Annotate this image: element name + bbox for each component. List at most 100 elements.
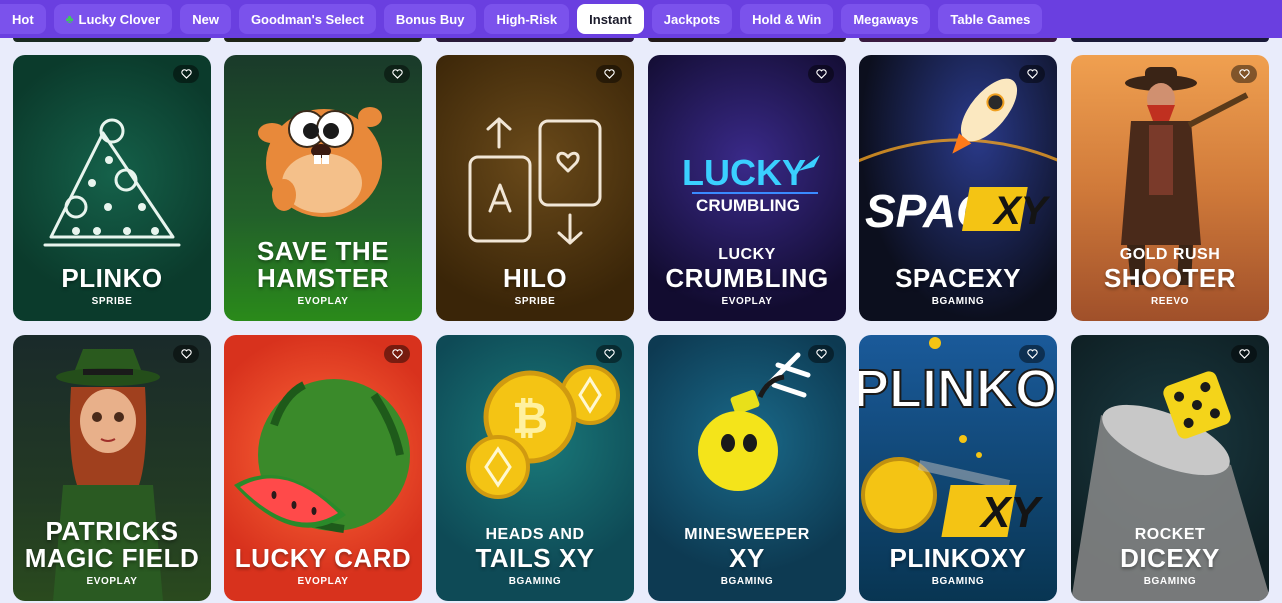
favorite-heart-icon[interactable] xyxy=(1231,65,1257,83)
game-card-patricks-magic-field[interactable]: PATRICKS MAGIC FIELD EVOPLAY xyxy=(13,335,211,601)
game-provider: SPRIBE xyxy=(514,296,556,307)
game-provider: SPRIBE xyxy=(91,296,133,307)
game-title: CRUMBLING xyxy=(665,263,829,293)
game-provider: BGAMING xyxy=(931,296,985,307)
category-jackpots[interactable]: Jackpots xyxy=(651,4,733,34)
category-instant[interactable]: Instant xyxy=(577,4,644,34)
game-provider: EVOPLAY xyxy=(721,296,773,307)
game-titles: SAVE THE HAMSTER EVOPLAY xyxy=(224,236,422,308)
game-card-minesweeper-xy[interactable]: MINESWEEPER XY BGAMING xyxy=(648,335,846,601)
game-provider: EVOPLAY xyxy=(297,576,349,587)
category-label: Goodman's Select xyxy=(250,11,364,27)
card-edge xyxy=(1071,38,1269,42)
game-titles: PLINKO SPRIBE xyxy=(13,263,211,308)
game-title: DICEXY xyxy=(1120,543,1220,573)
svg-text:₿: ₿ xyxy=(512,394,548,443)
game-card-plinko[interactable]: PLINKO SPRIBE xyxy=(13,55,211,321)
category-high-risk[interactable]: High-Risk xyxy=(484,4,570,34)
category-label: High-Risk xyxy=(496,11,558,27)
game-title: PLINKO xyxy=(61,263,163,293)
favorite-heart-icon[interactable] xyxy=(173,65,199,83)
game-title: XY xyxy=(729,543,765,573)
category-label: Bonus Buy xyxy=(395,11,465,27)
favorite-heart-icon[interactable] xyxy=(596,345,622,363)
category-bonus-buy[interactable]: Bonus Buy xyxy=(383,4,477,34)
category-label: Lucky Clover xyxy=(78,11,161,27)
game-titles: SPACEXY BGAMING xyxy=(859,263,1057,308)
logo-xy: XY xyxy=(978,488,1043,537)
category-megaways[interactable]: Megaways xyxy=(841,4,931,34)
favorite-heart-icon[interactable] xyxy=(384,345,410,363)
game-title: PLINKOXY xyxy=(889,543,1027,573)
game-title-line1: SAVE THE xyxy=(256,236,390,266)
game-title-small: GOLD RUSH xyxy=(1119,246,1221,263)
game-card-heads-and-tails-xy[interactable]: ₿ HEADS AND TAILS XY BGAMING xyxy=(436,335,634,601)
previous-row-edge xyxy=(0,38,1282,43)
game-titles: HEADS AND TAILS XY BGAMING xyxy=(436,525,634,587)
game-titles: HILO SPRIBE xyxy=(436,263,634,308)
game-card-hilo[interactable]: HILO SPRIBE xyxy=(436,55,634,321)
game-title-small: LUCKY xyxy=(718,246,776,263)
category-label: Jackpots xyxy=(663,11,721,27)
favorite-heart-icon[interactable] xyxy=(808,65,834,83)
game-title-line2: HAMSTER xyxy=(256,263,390,293)
category-bar: Hot ♣ Lucky Clover New Goodman's Select B… xyxy=(0,0,1282,38)
game-title: SHOOTER xyxy=(1103,263,1237,293)
favorite-heart-icon[interactable] xyxy=(173,345,199,363)
category-new[interactable]: New xyxy=(180,4,231,34)
logo-top: LUCKY xyxy=(682,152,806,193)
game-title-line1: PATRICKS xyxy=(45,516,179,546)
game-card-save-the-hamster[interactable]: SAVE THE HAMSTER EVOPLAY xyxy=(224,55,422,321)
card-edge xyxy=(648,38,846,42)
category-label: Instant xyxy=(589,11,632,27)
game-card-rocket-dicexy[interactable]: ROCKET DICEXY BGAMING xyxy=(1071,335,1269,601)
game-titles: PLINKOXY BGAMING xyxy=(859,543,1057,588)
game-titles: PATRICKS MAGIC FIELD EVOPLAY xyxy=(13,516,211,588)
game-title: SPACEXY xyxy=(895,263,1021,293)
game-provider: BGAMING xyxy=(1143,576,1197,587)
favorite-heart-icon[interactable] xyxy=(1019,345,1045,363)
card-edge xyxy=(436,38,634,42)
favorite-heart-icon[interactable] xyxy=(1019,65,1045,83)
game-title-small: MINESWEEPER xyxy=(684,526,810,543)
category-label: Hot xyxy=(12,11,34,27)
game-titles: LUCKY CARD EVOPLAY xyxy=(224,543,422,588)
game-titles: GOLD RUSH SHOOTER REEVO xyxy=(1071,245,1269,307)
game-titles: LUCKY CRUMBLING EVOPLAY xyxy=(648,245,846,307)
category-label: Hold & Win xyxy=(752,11,822,27)
game-card-gold-rush-shooter[interactable]: GOLD RUSH SHOOTER REEVO xyxy=(1071,55,1269,321)
game-title: LUCKY CARD xyxy=(234,543,412,573)
game-card-lucky-crumbling[interactable]: LUCKY CRUMBLING LUCKY CRUMBLING EVOPLAY xyxy=(648,55,846,321)
game-title-small: HEADS AND xyxy=(485,526,585,543)
card-edge xyxy=(224,38,422,42)
game-provider: EVOPLAY xyxy=(297,296,349,307)
favorite-heart-icon[interactable] xyxy=(1231,345,1257,363)
game-card-spacexy[interactable]: SPACE XY SPACEXY BGAMING xyxy=(859,55,1057,321)
game-card-lucky-card[interactable]: LUCKY CARD EVOPLAY xyxy=(224,335,422,601)
game-title: TAILS XY xyxy=(475,543,595,573)
category-goodmans-select[interactable]: Goodman's Select xyxy=(238,4,376,34)
favorite-heart-icon[interactable] xyxy=(596,65,622,83)
game-provider: BGAMING xyxy=(720,576,774,587)
game-provider: REEVO xyxy=(1150,296,1189,307)
game-provider: EVOPLAY xyxy=(86,576,138,587)
clover-icon: ♣ xyxy=(65,12,74,26)
game-provider: BGAMING xyxy=(931,576,985,587)
game-title: HILO xyxy=(502,263,568,293)
category-lucky-clover[interactable]: ♣ Lucky Clover xyxy=(53,4,173,34)
logo-xy: XY xyxy=(992,189,1051,233)
game-card-plinkoxy[interactable]: PLINKO XY PLINKOXY BGAMING xyxy=(859,335,1057,601)
favorite-heart-icon[interactable] xyxy=(384,65,410,83)
card-edge xyxy=(859,38,1057,42)
category-hold-and-win[interactable]: Hold & Win xyxy=(740,4,834,34)
game-titles: MINESWEEPER XY BGAMING xyxy=(648,525,846,587)
category-hot[interactable]: Hot xyxy=(0,4,46,34)
category-table-games[interactable]: Table Games xyxy=(938,4,1043,34)
logo-plinko: PLINKO xyxy=(859,359,1057,419)
game-titles: ROCKET DICEXY BGAMING xyxy=(1071,525,1269,587)
game-title-line2: MAGIC FIELD xyxy=(24,543,200,573)
category-label: Megaways xyxy=(853,11,919,27)
game-title-small: ROCKET xyxy=(1134,526,1206,543)
favorite-heart-icon[interactable] xyxy=(808,345,834,363)
card-edge xyxy=(13,38,211,42)
